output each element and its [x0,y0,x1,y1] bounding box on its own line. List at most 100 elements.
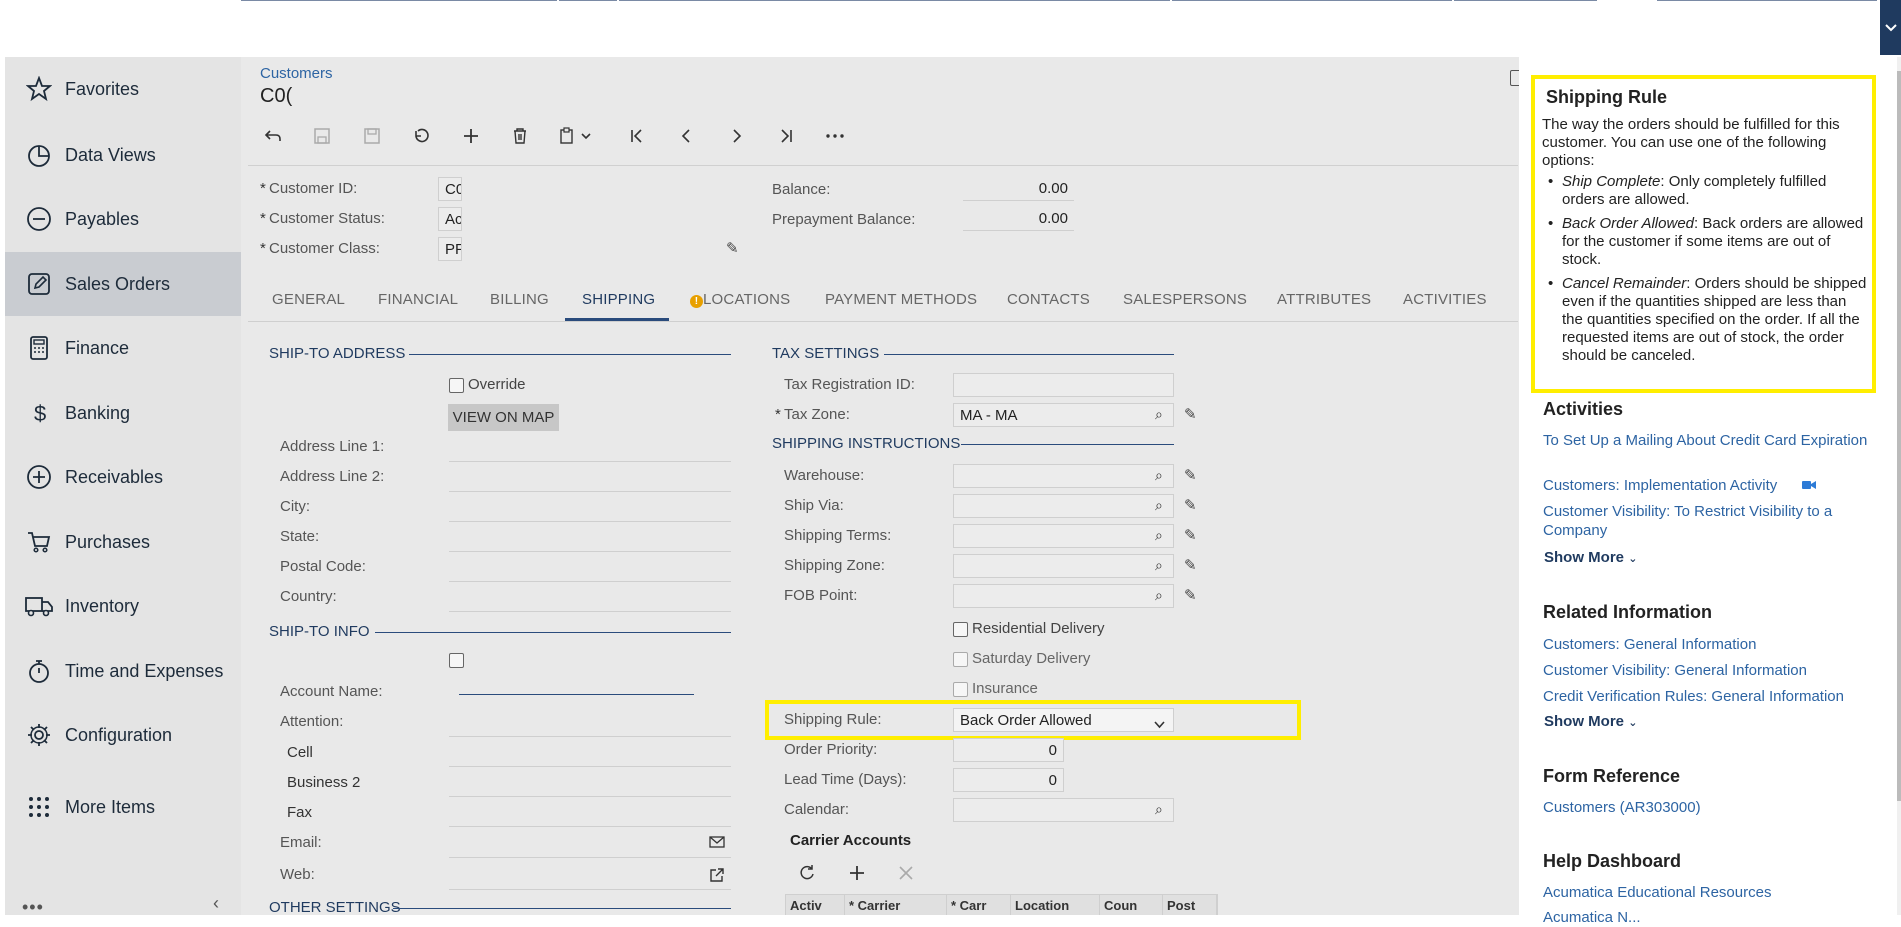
back-button[interactable] [258,121,288,151]
country-field[interactable] [449,611,731,612]
sidebar-item-purchases[interactable]: Purchases [5,510,241,574]
search-icon[interactable]: ⌕ [1155,467,1163,484]
column-header[interactable]: * Carr [947,895,1011,915]
tab-locations[interactable]: ! LOCATIONS [690,291,790,308]
edit-tax-zone-icon[interactable]: ✎ [1184,405,1197,423]
add-row-button[interactable] [848,864,866,887]
residential-delivery-checkbox[interactable] [953,622,968,637]
tab-activities[interactable]: ACTIVITIES [1403,291,1487,308]
clipboard-button[interactable] [554,121,598,151]
tab-general[interactable]: GENERAL [272,291,345,308]
delete-button[interactable] [505,121,535,151]
tab-shipping[interactable]: SHIPPING [582,291,655,308]
email-field[interactable] [449,857,731,858]
search-icon[interactable]: ⌕ [1155,527,1163,544]
column-header[interactable]: Location [1011,895,1100,915]
save-close-button[interactable] [307,121,337,151]
lead-time-field[interactable]: 0 [953,768,1064,792]
tax-zone-field[interactable]: MA - MA [953,403,1174,427]
edit-shipping-terms-icon[interactable]: ✎ [1184,526,1197,544]
same-as-main-checkbox[interactable] [449,653,464,668]
external-link-icon[interactable] [709,867,725,888]
search-icon[interactable]: ⌕ [1155,801,1163,818]
sidebar-item-banking[interactable]: $ Banking [5,381,241,445]
edit-warehouse-icon[interactable]: ✎ [1184,466,1197,484]
business2-phone-type[interactable]: Business 2 [287,774,360,791]
tab-salespersons[interactable]: SALESPERSONS [1123,291,1247,308]
activity-link[interactable]: To Set Up a Mailing About Credit Card Ex… [1543,431,1873,450]
fob-point-field[interactable] [953,584,1174,608]
cell-phone-type[interactable]: Cell [287,744,313,761]
fax-field[interactable] [449,826,731,827]
related-link[interactable]: Credit Verification Rules: General Infor… [1543,687,1873,706]
more-actions-button[interactable] [820,121,850,151]
sidebar-item-payables[interactable]: Payables [5,187,241,251]
warehouse-field[interactable] [953,464,1174,488]
shipping-rule-select[interactable]: Back Order Allowed [953,708,1174,732]
saturday-delivery-checkbox[interactable] [953,652,968,667]
column-header[interactable]: Coun [1100,895,1163,915]
shipping-terms-field[interactable] [953,524,1174,548]
web-field[interactable] [449,889,731,890]
expand-topbar-button[interactable] [1880,0,1901,55]
sidebar-item-data-views[interactable]: Data Views [5,123,241,187]
customer-class-field[interactable]: PF [438,237,462,261]
help-dashboard-link[interactable]: Acumatica Educational Resources [1543,883,1873,902]
delete-row-button[interactable] [898,865,914,886]
column-header[interactable]: * Carrier [845,895,947,915]
fax-phone-type[interactable]: Fax [287,804,312,821]
sidebar-item-inventory[interactable]: Inventory [5,574,241,638]
last-record-button[interactable] [771,121,801,151]
sidebar-item-receivables[interactable]: Receivables [5,445,241,509]
view-on-map-button[interactable]: VIEW ON MAP [448,404,559,431]
column-header[interactable]: Post [1163,895,1217,915]
search-icon[interactable]: ⌕ [1155,557,1163,574]
ship-via-field[interactable] [953,494,1174,518]
tab-billing[interactable]: BILLING [490,291,549,308]
city-field[interactable] [449,521,731,522]
form-reference-link[interactable]: Customers (AR303000) [1543,798,1873,817]
tax-registration-field[interactable] [953,373,1174,397]
cancel-button[interactable] [406,121,436,151]
next-record-button[interactable] [721,121,751,151]
activity-link[interactable]: Customer Visibility: To Restrict Visibil… [1543,502,1873,540]
sidebar-item-finance[interactable]: Finance [5,316,241,380]
edit-class-icon[interactable]: ✎ [726,239,739,257]
sidebar-item-configuration[interactable]: Configuration [5,703,241,767]
previous-record-button[interactable] [672,121,702,151]
sidebar-item-favorites[interactable]: Favorites [5,57,241,121]
related-link[interactable]: Customers: General Information [1543,635,1873,654]
account-name-field[interactable] [459,694,694,695]
add-button[interactable] [456,121,486,151]
sidebar-item-sales-orders[interactable]: Sales Orders [5,252,241,316]
first-record-button[interactable] [622,121,652,151]
customer-status-field[interactable]: Ac [438,207,462,231]
save-button[interactable] [357,121,387,151]
related-show-more[interactable]: Show More ⌄ [1544,713,1637,730]
video-icon[interactable] [1801,478,1817,496]
breadcrumb[interactable]: Customers [260,65,333,82]
edit-ship-via-icon[interactable]: ✎ [1184,496,1197,514]
search-icon[interactable]: ⌕ [1155,587,1163,604]
search-icon[interactable]: ⌕ [1155,406,1163,423]
business2-phone-field[interactable] [449,796,731,797]
email-icon[interactable] [709,835,725,854]
collapse-sidebar-button[interactable]: ‹ [213,893,219,914]
insurance-checkbox[interactable] [953,682,968,697]
notes-icon[interactable] [1510,70,1519,86]
tab-payment-methods[interactable]: PAYMENT METHODS [825,291,977,308]
calendar-field[interactable] [953,798,1174,822]
state-field[interactable] [449,551,731,552]
tab-financial[interactable]: FINANCIAL [378,291,458,308]
override-checkbox[interactable] [449,378,464,393]
cell-phone-field[interactable] [449,766,731,767]
sidebar-item-time-and-expenses[interactable]: Time and Expenses [5,639,241,703]
help-dashboard-link[interactable]: Acumatica N... [1543,908,1873,927]
tab-contacts[interactable]: CONTACTS [1007,291,1090,308]
help-scrollbar-thumb[interactable] [1897,71,1901,801]
address-line2-field[interactable] [449,491,731,492]
refresh-button[interactable] [798,864,816,887]
activity-link[interactable]: Customers: Implementation Activity [1543,476,1777,495]
tab-attributes[interactable]: ATTRIBUTES [1277,291,1371,308]
sidebar-item-more-items[interactable]: More Items [5,775,241,839]
